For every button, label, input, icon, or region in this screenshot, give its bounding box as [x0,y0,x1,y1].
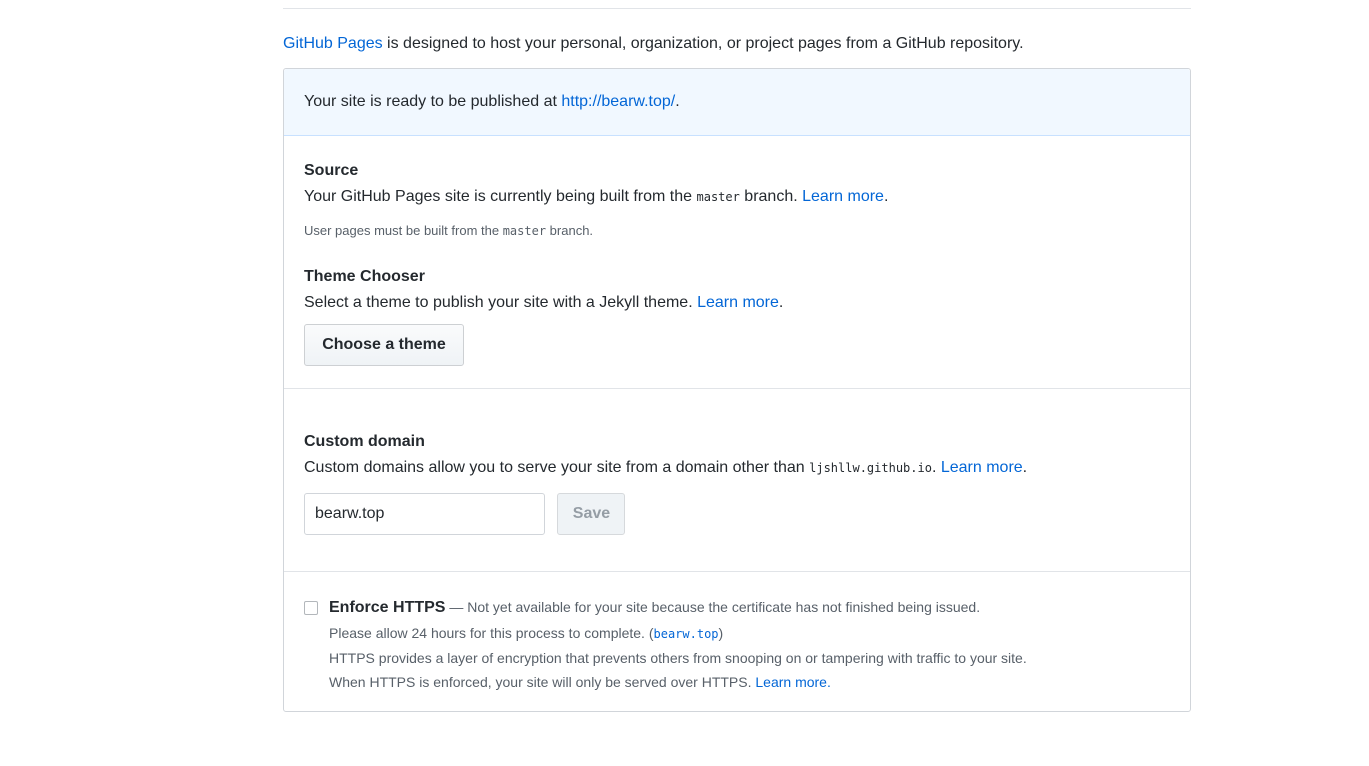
source-section: Source Your GitHub Pages site is current… [284,136,1190,389]
https-allow-note: Please allow 24 hours for this process t… [329,621,1027,646]
theme-description: Select a theme to publish your site with… [304,292,1170,314]
https-status-text: — Not yet available for your site becaus… [445,599,981,615]
intro-description: is designed to host your personal, organ… [382,35,1024,52]
source-period: . [883,188,889,205]
publish-status-period: . [675,93,680,110]
https-description-1: HTTPS provides a layer of encryption tha… [329,650,1027,666]
source-text-before: Your GitHub Pages site is currently bein… [304,188,697,205]
custom-domain-period: . [1022,459,1028,476]
https-description-2: When HTTPS is enforced, your site will o… [329,670,1027,694]
custom-domain-section: Custom domain Custom domains allow you t… [284,389,1190,572]
https-domain-code: bearw.top [653,627,719,641]
https-description-2-text: When HTTPS is enforced, your site will o… [329,674,756,690]
source-learn-more-link[interactable]: Learn more [802,188,884,205]
enforce-https-label[interactable]: Enforce HTTPS [329,599,445,616]
theme-period: . [778,294,784,311]
source-note-before: User pages must be built from the [304,223,503,238]
choose-theme-button[interactable]: Choose a theme [304,324,464,366]
https-content: Enforce HTTPS — Not yet available for yo… [329,596,1027,694]
publish-status-banner: Your site is ready to be published at ht… [284,69,1190,136]
https-title-row: Enforce HTTPS — Not yet available for yo… [329,596,1027,619]
https-section: Enforce HTTPS — Not yet available for yo… [284,572,1190,711]
theme-learn-more-link[interactable]: Learn more [697,294,779,311]
custom-domain-mid: . [931,459,941,476]
intro-text: GitHub Pages is designed to host your pe… [283,33,1191,55]
custom-domain-form: Save [304,493,1170,535]
github-pages-settings: GitHub Pages is designed to host your pe… [283,0,1191,712]
custom-domain-description: Custom domains allow you to serve your s… [304,457,1170,479]
source-note-branch-code: master [502,224,547,238]
theme-text: Select a theme to publish your site with… [304,294,698,311]
save-domain-button[interactable]: Save [557,493,626,535]
default-domain-code: ljshllw.github.io [809,461,932,475]
https-allow-after: ) [718,625,724,641]
custom-domain-text: Custom domains allow you to serve your s… [304,459,810,476]
enforce-https-checkbox[interactable] [304,601,318,615]
publish-status-text: Your site is ready to be published at [304,93,562,110]
source-text-after: branch. [739,188,803,205]
custom-domain-learn-more-link[interactable]: Learn more [941,459,1023,476]
source-note-after: branch. [546,223,594,238]
pages-settings-box: Your site is ready to be published at ht… [283,68,1191,712]
source-heading: Source [304,162,359,179]
https-allow-before: Please allow 24 hours for this process t… [329,625,654,641]
source-note: User pages must be built from the master… [304,222,1170,240]
custom-domain-input[interactable] [304,493,545,535]
custom-domain-heading: Custom domain [304,433,425,450]
source-description: Your GitHub Pages site is currently bein… [304,186,1170,208]
source-branch-code: master [696,190,740,204]
site-url-link[interactable]: http://bearw.top/ [561,93,675,110]
https-learn-more-link[interactable]: Learn more. [755,674,830,690]
github-pages-link[interactable]: GitHub Pages [283,35,383,52]
top-divider [283,0,1191,9]
theme-heading: Theme Chooser [304,268,425,285]
